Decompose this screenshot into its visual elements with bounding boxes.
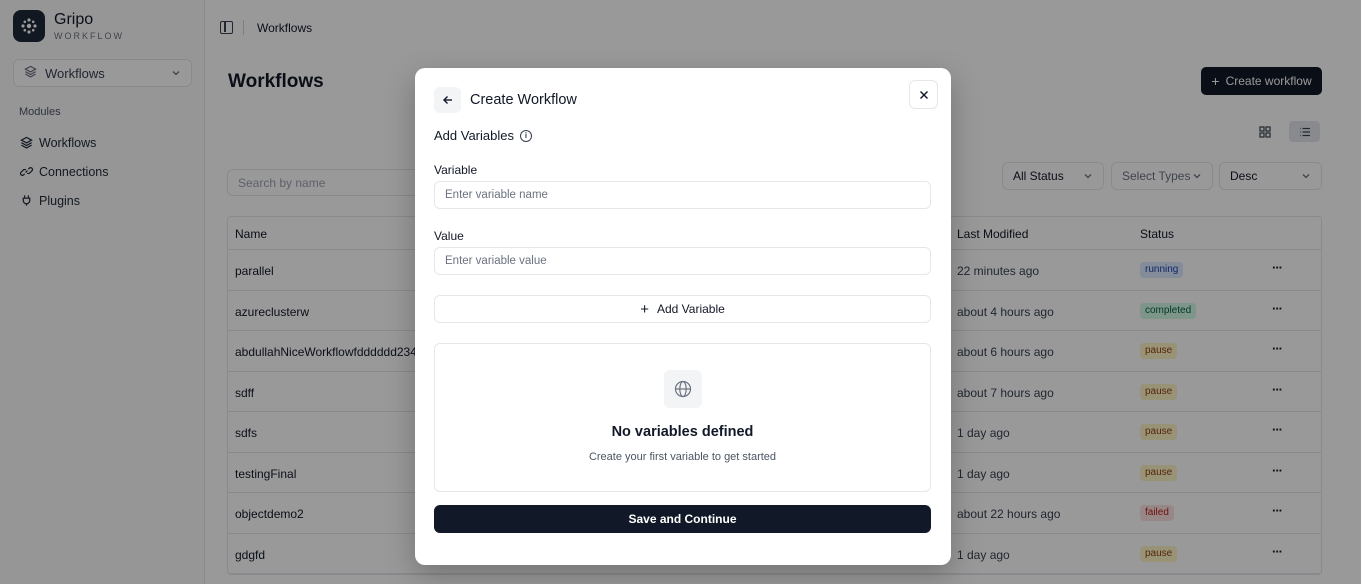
info-icon[interactable]: i <box>519 129 532 142</box>
add-variables-heading: Add Variables i <box>434 128 532 143</box>
empty-state-subtitle: Create your first variable to get starte… <box>588 451 777 463</box>
save-and-continue-button[interactable]: Save and Continue <box>434 505 931 533</box>
variable-value-input[interactable] <box>434 247 931 275</box>
add-variable-label: Add Variable <box>656 302 725 316</box>
empty-state: No variables defined Create your first v… <box>434 343 931 492</box>
arrow-left-icon <box>442 96 452 104</box>
close-button[interactable] <box>909 80 938 109</box>
close-icon <box>919 90 928 99</box>
add-variable-button[interactable]: + Add Variable <box>434 295 931 323</box>
variable-name-input[interactable] <box>434 181 931 209</box>
empty-state-title: No variables defined <box>611 424 754 440</box>
back-button[interactable] <box>434 87 461 113</box>
plus-icon: + <box>640 300 649 318</box>
modal-title: Create Workflow <box>470 92 577 108</box>
variable-label: Variable <box>434 163 478 177</box>
add-variables-title: Add Variables <box>434 128 514 143</box>
globe-icon <box>664 370 702 408</box>
create-workflow-modal: Create Workflow Add Variables i Variable… <box>415 68 951 565</box>
value-label: Value <box>434 229 464 243</box>
